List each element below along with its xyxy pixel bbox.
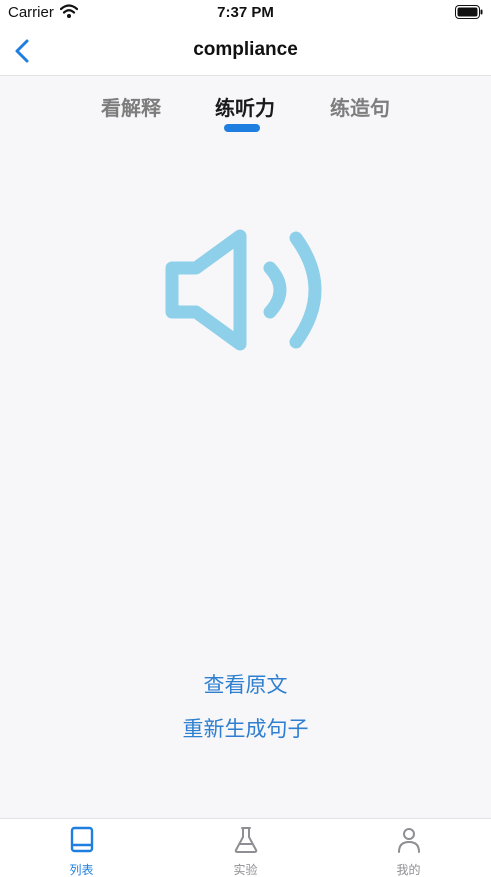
navigation-bar: compliance xyxy=(0,26,491,76)
speaker-volume-icon[interactable] xyxy=(162,228,330,352)
tab-explanation[interactable]: 看解释 xyxy=(86,92,176,121)
view-original-button[interactable]: 查看原文 xyxy=(0,669,491,699)
person-icon xyxy=(398,828,420,853)
mode-tabs: 看解释 练听力 练造句 xyxy=(0,88,491,138)
flask-icon xyxy=(234,827,258,853)
status-time: 7:37 PM xyxy=(217,4,274,21)
tab-bar-label-experiment: 实验 xyxy=(233,863,258,877)
tab-bar-label-list: 列表 xyxy=(69,863,94,877)
status-bar: Carrier 7:37 PM xyxy=(0,0,491,26)
regenerate-sentence-button[interactable]: 重新生成句子 xyxy=(0,713,491,743)
book-icon xyxy=(70,826,94,853)
tab-bar: 列表 实验 我的 xyxy=(0,818,491,877)
tab-bar-item-experiment[interactable]: 实验 xyxy=(164,819,327,877)
tab-listening[interactable]: 练听力 xyxy=(200,92,290,121)
tab-bar-item-list[interactable]: 列表 xyxy=(0,819,163,877)
tab-bar-item-profile[interactable]: 我的 xyxy=(327,819,490,877)
app-screen: Carrier 7:37 PM compliance 看解释 练听力 练造句 查… xyxy=(0,0,491,877)
page-title: compliance xyxy=(193,39,298,60)
tab-active-indicator xyxy=(224,124,260,132)
battery-icon xyxy=(455,5,483,19)
tab-sentence[interactable]: 练造句 xyxy=(315,92,405,121)
tab-bar-label-profile: 我的 xyxy=(396,863,421,877)
